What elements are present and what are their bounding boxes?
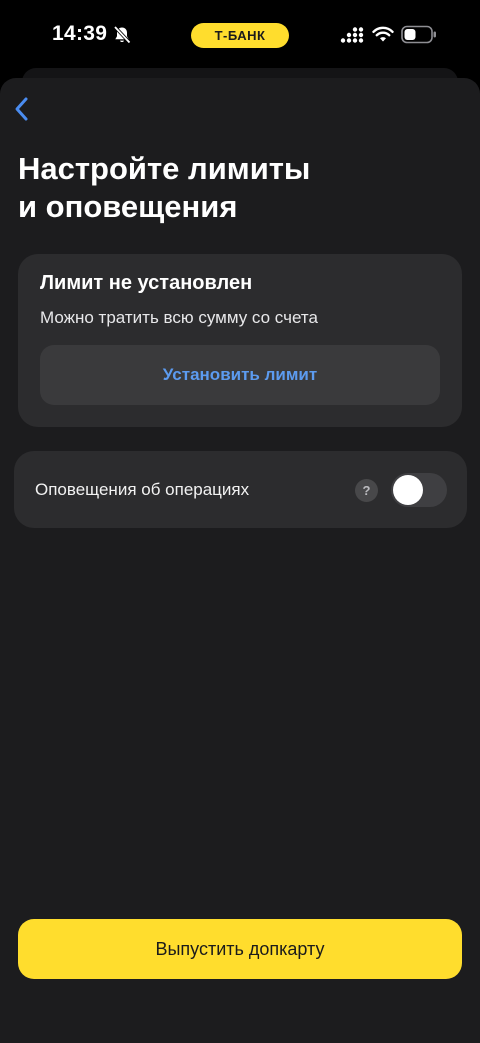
limit-card: Лимит не установлен Можно тратить всю су… <box>18 254 462 427</box>
page-title-line-1: Настройте лимиты <box>18 151 311 186</box>
cellular-signal-icon <box>340 27 364 43</box>
toggle-knob <box>393 475 423 505</box>
help-question-icon[interactable]: ? <box>355 479 378 502</box>
bank-pill: Т-БАНК <box>191 23 289 48</box>
status-bar: 14:39 Т-БАНК <box>0 0 480 70</box>
notifications-label: Оповещения об операциях <box>35 480 250 499</box>
set-limit-button[interactable]: Установить лимит <box>40 345 440 405</box>
screen: 14:39 Т-БАНК Настройте лимиты и оповещен… <box>0 0 480 1043</box>
notifications-toggle[interactable] <box>391 473 447 507</box>
notifications-card: Оповещения об операциях ? <box>14 451 467 528</box>
back-chevron-icon[interactable] <box>8 92 36 126</box>
limit-card-title: Лимит не установлен <box>40 272 253 294</box>
page-title-line-2: и оповещения <box>18 189 238 224</box>
status-time: 14:39 <box>52 22 108 45</box>
wifi-icon <box>372 26 394 42</box>
page-title: Настройте лимиты и оповещения <box>18 150 458 226</box>
battery-icon <box>401 25 436 44</box>
limit-card-subtitle: Можно тратить всю сумму со счета <box>40 308 318 327</box>
bell-slash-icon <box>113 25 131 44</box>
issue-additional-card-button[interactable]: Выпустить допкарту <box>18 919 462 979</box>
